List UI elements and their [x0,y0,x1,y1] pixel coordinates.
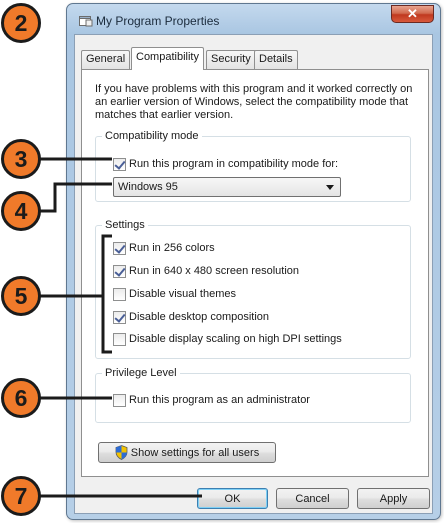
callout-4-leader [40,182,112,213]
callout-2: 2 [1,3,41,43]
callout-4: 4 [1,191,41,231]
callout-5-bracket [101,234,112,354]
callout-3: 3 [1,139,41,179]
callout-5: 5 [1,276,41,316]
callout-7: 7 [1,476,41,516]
callout-6: 6 [1,378,41,418]
callout-leader-lines [40,157,202,498]
